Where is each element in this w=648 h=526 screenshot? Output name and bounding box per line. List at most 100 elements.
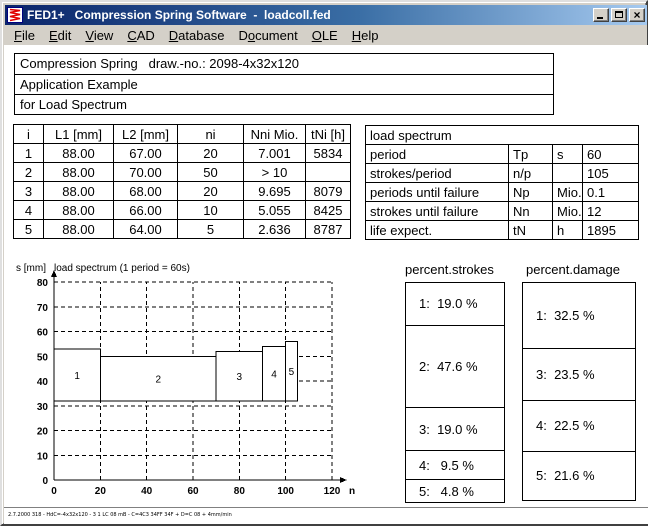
table-cell: 66.00 [114,201,178,220]
percent-damage-box: 1: 32.5 % 3: 23.5 % 4: 22.5 % 5: 21.6 % [522,282,636,501]
maximize-icon [615,11,623,18]
percent-strokes-box: 1: 19.0 %2: 47.6 %3: 19.0 %4: 9.5 %5: 4.… [405,282,505,503]
table-cell: 7.001 [244,144,306,163]
percent-strokes-segment-5: 5: 4.8 % [406,479,504,502]
table-row: 588.0064.0052.6368787 [14,220,351,239]
table-cell: life expect. [366,221,509,240]
load-spectrum-chart: 1234501020304050607080020406080100120ns … [10,259,358,507]
percent-strokes-title: percent.strokes [405,262,494,277]
svg-text:120: 120 [324,486,341,497]
table-cell: 8079 [306,182,351,201]
menu-file[interactable]: File [7,26,42,45]
table-cell: 88.00 [44,220,114,239]
status-text: 2.7.2000 318 - HdC=-4x32x120 - 3 1 LC 08… [8,512,232,518]
svg-text:20: 20 [95,486,107,497]
percent-damage-segment-5: 5: 21.6 % [523,451,635,500]
table-cell: Mio. [553,202,583,221]
table-cell: 88.00 [44,163,114,182]
table-cell: > 10 [244,163,306,182]
table-row: strokes/periodn/p 105 [366,164,639,183]
maximize-button[interactable] [611,8,627,22]
svg-text:50: 50 [37,352,49,363]
svg-text:60: 60 [187,486,199,497]
table-cell: Nn [509,202,553,221]
table-cell: Tp [509,145,553,164]
spectrum-table: load spectrumperiodTps60strokes/periodn/… [365,125,639,240]
table-cell: 4 [14,201,44,220]
menu-help[interactable]: Help [345,26,386,45]
svg-text:100: 100 [277,486,294,497]
svg-text:40: 40 [37,377,49,388]
svg-text:60: 60 [37,328,49,339]
table-cell: 88.00 [44,201,114,220]
percent-damage-label: 3: 23.5 % [523,367,595,382]
table-row: 188.0067.00207.0015834 [14,144,351,163]
table-cell: 3 [14,182,44,201]
percent-strokes-segment-1: 1: 19.0 % [406,283,504,325]
menu-edit[interactable]: Edit [42,26,78,45]
table-cell: n/p [509,164,553,183]
title-bar[interactable]: FED1+ Compression Spring Software - load… [5,5,647,25]
table-cell: strokes/period [366,164,509,183]
svg-text:20: 20 [37,427,49,438]
percent-damage-label: 1: 32.5 % [523,308,595,323]
menu-view[interactable]: View [78,26,120,45]
table-cell: 9.695 [244,182,306,201]
table-cell: 1895 [583,221,639,240]
table-cell [306,163,351,182]
table-cell: 20 [178,182,244,201]
table-cell: 67.00 [114,144,178,163]
load-table: iL1 [mm]L2 [mm]niNni Mio.tNi [h] 188.006… [13,124,351,239]
table-cell: h [553,221,583,240]
menu-document[interactable]: Document [231,26,304,45]
table-row: 488.0066.00105.0558425 [14,201,351,220]
table-cell: 10 [178,201,244,220]
table-cell: s [553,145,583,164]
drawing-header: Compression Spring draw.-no.: 2098-4x32x… [14,53,554,115]
table-cell: tN [509,221,553,240]
menu-cad[interactable]: CAD [120,26,161,45]
svg-text:n: n [349,486,355,497]
table-row: 388.0068.00209.6958079 [14,182,351,201]
percent-strokes-label: 2: 47.6 % [406,359,478,374]
close-button[interactable]: × [629,8,645,22]
minimize-icon [597,17,603,19]
menu-database[interactable]: Database [162,26,232,45]
client-area: Compression Spring draw.-no.: 2098-4x32x… [4,45,648,524]
table-cell: 8425 [306,201,351,220]
percent-strokes-segment-2: 2: 47.6 % [406,325,504,408]
minimize-button[interactable] [593,8,609,22]
table-cell: 20 [178,144,244,163]
table-row: 288.0070.0050> 10 [14,163,351,182]
table-cell: 105 [583,164,639,183]
table-cell: 64.00 [114,220,178,239]
table-cell: 2.636 [244,220,306,239]
percent-damage-label: 4: 22.5 % [523,418,595,433]
percent-damage-segment-3: 3: 23.5 % [523,348,635,400]
svg-text:5: 5 [289,367,295,378]
table-cell: 5.055 [244,201,306,220]
table-cell: periods until failure [366,183,509,202]
svg-text:80: 80 [234,486,246,497]
app-window: FED1+ Compression Spring Software - load… [0,0,648,526]
spectrum-title-cell: load spectrum [366,126,639,145]
column-header: ni [178,125,244,144]
percent-damage-segment-4: 4: 22.5 % [523,400,635,451]
table-cell: strokes until failure [366,202,509,221]
table-cell: Mio. [553,183,583,202]
table-row: periodTps60 [366,145,639,164]
percent-strokes-segment-3: 3: 19.0 % [406,407,504,450]
svg-text:30: 30 [37,402,49,413]
table-cell: 88.00 [44,182,114,201]
table-cell: 5 [14,220,44,239]
svg-text:s [mm]: s [mm] [16,263,46,274]
table-cell: 5 [178,220,244,239]
menu-ole[interactable]: OLE [305,26,345,45]
table-cell: 12 [583,202,639,221]
percent-strokes-label: 3: 19.0 % [406,422,478,437]
svg-text:80: 80 [37,278,49,289]
table-row: life expect.tNh1895 [366,221,639,240]
app-icon[interactable] [7,7,23,23]
table-cell: Np [509,183,553,202]
table-cell: 70.00 [114,163,178,182]
